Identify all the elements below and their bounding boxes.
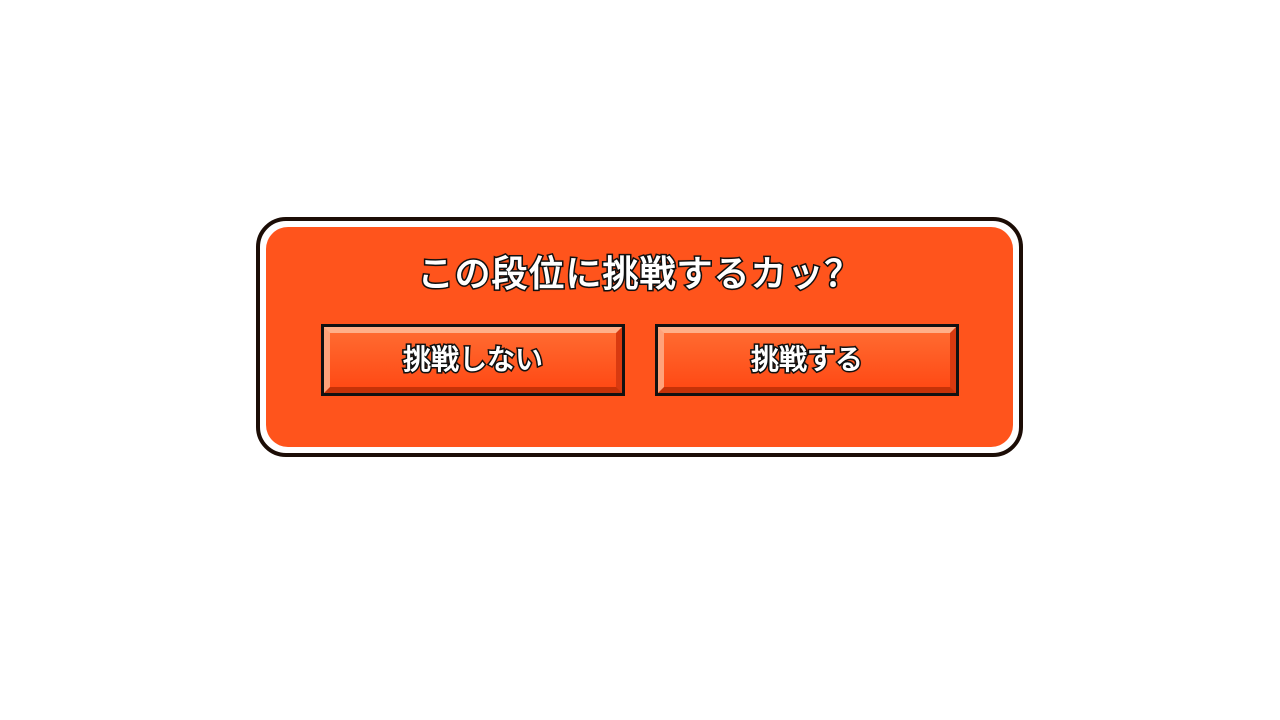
accept-button-label: 挑戦する: [749, 342, 864, 378]
accept-button[interactable]: 挑戦する: [655, 324, 959, 396]
challenge-dialog: この段位に挑戦するカッ？ 挑戦しない 挑戦する: [256, 217, 1023, 457]
decline-button[interactable]: 挑戦しない: [321, 324, 625, 396]
dialog-title: この段位に挑戦するカッ？: [416, 253, 862, 297]
dialog-panel: この段位に挑戦するカッ？ 挑戦しない 挑戦する: [266, 227, 1013, 447]
decline-button-label: 挑戦しない: [401, 342, 544, 378]
